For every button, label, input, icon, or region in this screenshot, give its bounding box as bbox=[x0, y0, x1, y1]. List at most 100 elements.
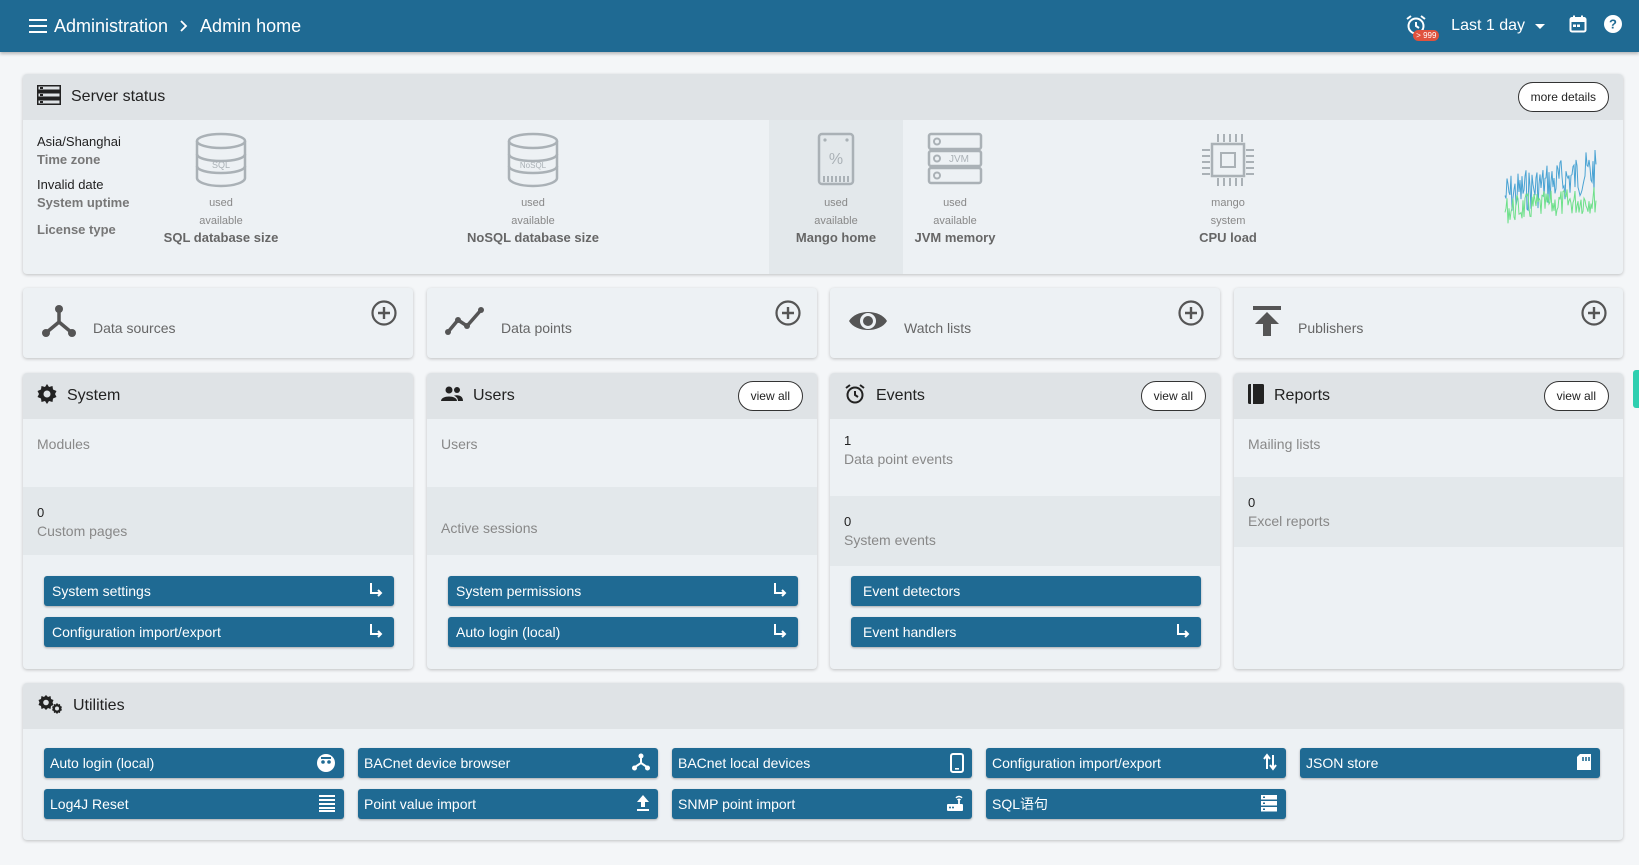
menu-icon[interactable] bbox=[20, 8, 56, 44]
users-auto-login-button[interactable]: Auto login (local) bbox=[448, 617, 798, 647]
util-sql-label: SQL语句 bbox=[992, 796, 1049, 812]
chevron-right-icon bbox=[180, 16, 188, 37]
system-events-label: System events bbox=[844, 532, 936, 548]
nosql-db-size-label: NoSQL database size bbox=[467, 230, 599, 245]
metric-nosql: NoSQL used available NoSQL database size bbox=[443, 132, 623, 245]
book-icon bbox=[1248, 383, 1264, 409]
util-sql-statement-button[interactable]: SQL语句 bbox=[986, 789, 1286, 819]
mailing-lists-row[interactable]: Mailing lists bbox=[1234, 419, 1623, 477]
jvm-memory-icon: JVM bbox=[927, 132, 983, 191]
time-range-dropdown[interactable]: Last 1 day bbox=[1451, 17, 1545, 35]
uptime-value: Invalid date bbox=[37, 177, 104, 192]
metric-cpu: mango system CPU load bbox=[1168, 132, 1288, 245]
json-store-icon bbox=[1576, 753, 1592, 774]
util-json-store-button[interactable]: JSON store bbox=[1300, 748, 1600, 778]
util-auto-login-label: Auto login (local) bbox=[50, 755, 155, 771]
alarm-clock-icon[interactable]: > 999 bbox=[1405, 14, 1440, 41]
system-title: System bbox=[67, 387, 121, 404]
system-permissions-button[interactable]: System permissions bbox=[448, 576, 798, 606]
util-snmp-label: SNMP point import bbox=[678, 796, 796, 812]
system-settings-button[interactable]: System settings bbox=[44, 576, 394, 606]
util-config-label: Configuration import/export bbox=[992, 755, 1161, 771]
modules-row[interactable]: Modules bbox=[23, 419, 413, 487]
network-tree-icon bbox=[632, 753, 650, 774]
metric-mango-home: % used available Mango home bbox=[769, 132, 903, 245]
data-points-tile[interactable]: Data points bbox=[427, 288, 817, 358]
robot-face-icon bbox=[316, 753, 336, 776]
arrow-turn-right-icon bbox=[1175, 623, 1191, 642]
calendar-icon[interactable] bbox=[1569, 15, 1587, 38]
add-data-source-icon[interactable] bbox=[371, 300, 397, 331]
excel-reports-count: 0 bbox=[1248, 495, 1256, 510]
util-bacnet-device-browser-button[interactable]: BACnet device browser bbox=[358, 748, 658, 778]
events-view-all-button[interactable]: view all bbox=[1140, 381, 1206, 411]
util-config-import-export-button[interactable]: Configuration import/export bbox=[986, 748, 1286, 778]
system-config-label: Configuration import/export bbox=[52, 624, 221, 640]
modules-label: Modules bbox=[37, 436, 90, 452]
top-app-bar: Administration Admin home > 999 Last 1 d… bbox=[0, 0, 1639, 52]
add-data-point-icon[interactable] bbox=[775, 300, 801, 331]
caret-down-icon bbox=[1535, 17, 1545, 35]
custom-pages-count: 0 bbox=[37, 505, 45, 520]
cpu-load-sparkline bbox=[1504, 149, 1597, 224]
nosql-available: available bbox=[511, 215, 555, 227]
users-count-label: Users bbox=[441, 436, 478, 452]
users-card: Users view all Users Active sessions Sys… bbox=[427, 373, 817, 669]
breadcrumb-administration[interactable]: Administration bbox=[54, 16, 168, 37]
publishers-tile[interactable]: Publishers bbox=[1234, 288, 1623, 358]
timezone-value: Asia/Shanghai bbox=[37, 134, 121, 149]
cpu-sparkline-system bbox=[1504, 187, 1597, 224]
router-icon bbox=[946, 794, 964, 815]
event-detectors-button[interactable]: Event detectors bbox=[851, 576, 1201, 606]
users-title: Users bbox=[473, 387, 515, 404]
list-lines-icon bbox=[318, 794, 336, 815]
gears-icon bbox=[37, 693, 63, 720]
users-row[interactable]: Users bbox=[427, 419, 817, 487]
system-config-import-export-button[interactable]: Configuration import/export bbox=[44, 617, 394, 647]
sql-storage-icon bbox=[1260, 794, 1278, 815]
watch-lists-tile[interactable]: Watch lists bbox=[830, 288, 1220, 358]
data-sources-label: Data sources bbox=[93, 320, 176, 336]
reports-card: Reports view all Mailing lists 0 Excel r… bbox=[1234, 373, 1623, 669]
data-sources-tile[interactable]: Data sources bbox=[23, 288, 413, 358]
util-auto-login-button[interactable]: Auto login (local) bbox=[44, 748, 344, 778]
upload-icon bbox=[636, 794, 650, 815]
alarm-count-badge: > 999 bbox=[1413, 30, 1440, 41]
add-publisher-icon[interactable] bbox=[1581, 300, 1607, 331]
util-bacnet-local-devices-button[interactable]: BACnet local devices bbox=[672, 748, 972, 778]
mango-home-used: used bbox=[824, 197, 848, 209]
svg-text:?: ? bbox=[1609, 16, 1617, 31]
more-details-button[interactable]: more details bbox=[1517, 82, 1609, 112]
event-handlers-button[interactable]: Event handlers bbox=[851, 617, 1201, 647]
help-icon[interactable]: ? bbox=[1603, 14, 1623, 39]
custom-pages-row[interactable]: 0 Custom pages bbox=[23, 487, 413, 555]
users-view-all-button[interactable]: view all bbox=[737, 381, 803, 411]
util-log4j-reset-button[interactable]: Log4J Reset bbox=[44, 789, 344, 819]
cpu-icon bbox=[1200, 134, 1256, 191]
data-points-label: Data points bbox=[501, 320, 572, 336]
system-events-row[interactable]: 0 System events bbox=[830, 496, 1220, 566]
nosql-used: used bbox=[521, 197, 545, 209]
add-watch-list-icon[interactable] bbox=[1178, 300, 1204, 331]
auto-login-label: Auto login (local) bbox=[456, 624, 561, 640]
system-card: System Modules 0 Custom pages System set… bbox=[23, 373, 413, 669]
excel-reports-row[interactable]: 0 Excel reports bbox=[1234, 477, 1623, 547]
util-snmp-point-import-button[interactable]: SNMP point import bbox=[672, 789, 972, 819]
reports-view-all-button[interactable]: view all bbox=[1543, 381, 1609, 411]
disk-percent-icon: % bbox=[816, 132, 856, 191]
active-sessions-row[interactable]: Active sessions bbox=[427, 487, 817, 555]
watch-lists-label: Watch lists bbox=[904, 320, 972, 336]
data-point-events-row[interactable]: 1 Data point events bbox=[830, 419, 1220, 496]
events-title: Events bbox=[876, 387, 925, 404]
sql-available: available bbox=[199, 215, 243, 227]
sql-db-size-label: SQL database size bbox=[163, 230, 279, 245]
side-scroll-indicator[interactable] bbox=[1633, 370, 1639, 408]
svg-text:%: % bbox=[829, 151, 843, 168]
sql-database-icon: SQL bbox=[194, 132, 248, 191]
time-range-label: Last 1 day bbox=[1451, 17, 1525, 34]
custom-pages-label: Custom pages bbox=[37, 523, 128, 539]
util-point-value-import-button[interactable]: Point value import bbox=[358, 789, 658, 819]
svg-text:JVM: JVM bbox=[949, 154, 969, 165]
system-events-count: 0 bbox=[844, 514, 852, 529]
mango-home-label: Mango home bbox=[795, 230, 877, 245]
